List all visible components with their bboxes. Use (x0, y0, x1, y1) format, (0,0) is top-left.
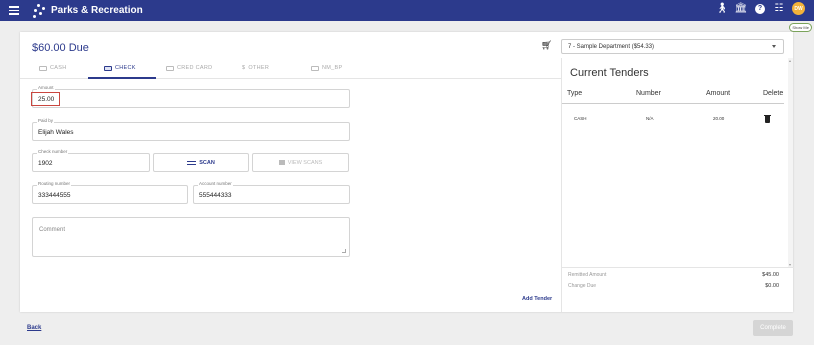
tab-other[interactable]: $ OTHER (242, 65, 269, 71)
chevron-down-icon (772, 45, 776, 48)
table-row: CASH N/A 20.00 (562, 114, 784, 124)
add-tender-button[interactable]: Add Tender (522, 296, 552, 302)
remitted-amount-row: Remitted Amount $45.00 (568, 272, 779, 278)
tab-check[interactable]: CHECK (104, 65, 136, 71)
account-number-value: 555444333 (199, 192, 232, 199)
scroll-down-icon[interactable] (789, 264, 791, 266)
amount-due: $60.00 Due (32, 42, 89, 54)
change-due-row: Change Due $0.00 (568, 283, 779, 289)
department-select[interactable]: 7 - Sample Department ($54.33) (561, 39, 784, 54)
change-due: $0.00 (765, 283, 779, 289)
current-tenders-title: Current Tenders (570, 67, 649, 79)
top-bar: Parks & Recreation 🚶︎ 🏛︎ ? ☷ DW (0, 0, 814, 21)
parks-logo-icon (32, 3, 46, 18)
amount-highlight (31, 92, 60, 106)
view-scans-button[interactable]: VIEW SCANS (252, 153, 349, 172)
remitted-amount: $45.00 (762, 272, 779, 278)
tab-cred-card[interactable]: CRED CARD (166, 65, 212, 71)
comment-placeholder: Comment (39, 227, 66, 233)
totals: Remitted Amount $45.00 Change Due $0.00 (562, 267, 794, 312)
check-icon (104, 65, 112, 71)
card-icon (166, 65, 174, 71)
dollar-icon: $ (242, 65, 246, 71)
paid-by-field[interactable]: Paid by Elijah Wales (32, 118, 350, 141)
tab-nm-bp[interactable]: NM_BP (311, 65, 342, 71)
menu-icon[interactable] (9, 4, 19, 17)
tab-cash[interactable]: CASH (39, 65, 66, 71)
cash-icon (39, 65, 47, 71)
nm-bp-icon (311, 65, 319, 71)
paid-by-value: Elijah Wales (38, 129, 74, 136)
figure-icon[interactable]: 🚶︎ (716, 3, 729, 15)
comment-field[interactable]: Comment (32, 217, 350, 257)
bank-icon[interactable]: 🏛︎ (735, 3, 748, 15)
scrollbar[interactable] (788, 58, 793, 268)
tender-form: CASH CHECK CRED CARD $ OTHER NM_BP Amount… (20, 58, 561, 312)
amount-field[interactable]: Amount 25.00 (32, 85, 350, 108)
check-number-value: 1902 (38, 160, 53, 167)
app-title: Parks & Recreation (51, 5, 143, 16)
help-icon[interactable]: ? (754, 3, 766, 15)
resize-handle[interactable] (342, 249, 346, 253)
scan-icon (187, 160, 197, 165)
apps-grid-icon[interactable]: ☷ (773, 3, 785, 15)
department-value: 7 - Sample Department ($54.33) (568, 44, 655, 50)
routing-number-field[interactable]: Routing number 333444555 (32, 181, 188, 204)
complete-button[interactable]: Complete (753, 320, 793, 336)
trash-icon[interactable] (764, 114, 771, 123)
routing-number-value: 333444555 (38, 192, 71, 199)
current-tenders-panel: Current Tenders Type Number Amount Delet… (561, 58, 794, 312)
scan-button[interactable]: SCAN (153, 153, 249, 172)
payment-card: $60.00 Due 🛒︎ 7 - Sample Department ($54… (20, 32, 794, 312)
check-number-field[interactable]: Check number 1902 (32, 149, 150, 172)
show-me-button[interactable]: Show Me (789, 23, 812, 32)
avatar[interactable]: DW (792, 2, 805, 15)
view-scans-icon (278, 160, 285, 165)
back-button[interactable]: Back (27, 325, 41, 331)
scroll-up-icon[interactable] (789, 60, 791, 62)
active-tab-indicator (88, 77, 156, 79)
account-number-field[interactable]: Account number 555444333 (193, 181, 350, 204)
tenders-header: Type Number Amount Delete (562, 89, 784, 104)
cart-icon[interactable]: 🛒︎ (541, 40, 552, 51)
tender-tabs: CASH CHECK CRED CARD $ OTHER NM_BP (20, 58, 561, 79)
